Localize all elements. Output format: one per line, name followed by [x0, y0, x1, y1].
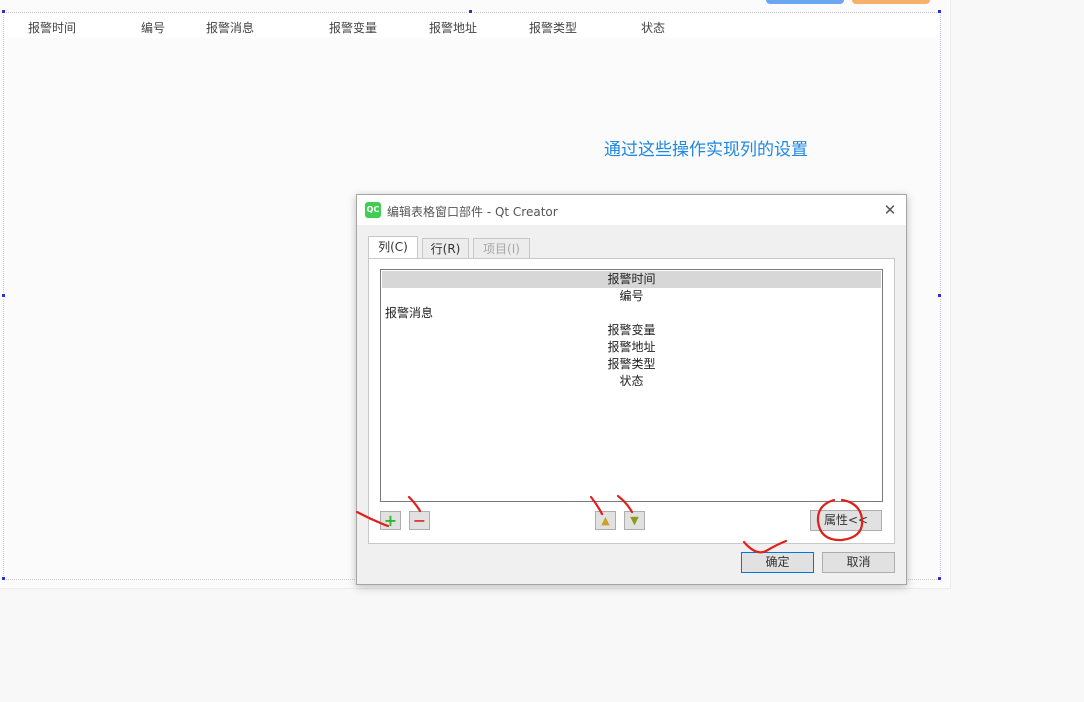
- close-icon[interactable]: ✕: [880, 200, 900, 220]
- tab-columns[interactable]: 列(C): [368, 236, 418, 259]
- plus-icon: +: [383, 511, 398, 530]
- resize-handle[interactable]: [1, 576, 6, 581]
- column-header[interactable]: 报警消息: [206, 19, 254, 36]
- resize-handle[interactable]: [468, 9, 473, 14]
- list-item[interactable]: 报警类型: [382, 356, 881, 373]
- column-header[interactable]: 报警时间: [28, 19, 76, 36]
- resize-handle[interactable]: [937, 293, 942, 298]
- column-header[interactable]: 状态: [641, 19, 665, 36]
- tab-label: 行(R): [430, 242, 461, 256]
- arrow-down-icon: ▼: [630, 514, 639, 527]
- add-column-button[interactable]: +: [380, 511, 401, 530]
- list-item[interactable]: 报警地址: [382, 339, 881, 356]
- qt-creator-icon: QC: [365, 202, 381, 218]
- column-header[interactable]: 报警类型: [529, 19, 577, 36]
- columns-tab-pane: 报警时间 编号 报警消息 报警变量 报警地址 报警类型 状态 + − ▲ ▼ 属…: [368, 258, 895, 544]
- move-down-button[interactable]: ▼: [624, 511, 645, 530]
- resize-handle[interactable]: [937, 576, 942, 581]
- list-item[interactable]: 编号: [382, 288, 881, 305]
- list-item[interactable]: 报警变量: [382, 322, 881, 339]
- tab-rows[interactable]: 行(R): [422, 238, 469, 258]
- minus-icon: −: [412, 511, 427, 530]
- ok-button[interactable]: 确定: [741, 552, 814, 573]
- tab-items: 项目(I): [473, 238, 530, 258]
- dialog-titlebar[interactable]: QC 编辑表格窗口部件 - Qt Creator ✕: [357, 195, 906, 225]
- table-header[interactable]: 报警时间 编号 报警消息 报警变量 报警地址 报警类型 状态: [4, 14, 938, 38]
- list-item[interactable]: 报警消息: [382, 305, 881, 322]
- annotation-text: 通过这些操作实现列的设置: [604, 140, 808, 160]
- tab-label: 列(C): [378, 240, 408, 254]
- edit-table-dialog: QC 编辑表格窗口部件 - Qt Creator ✕ 列(C) 行(R) 项目(…: [356, 194, 907, 585]
- top-blue-button[interactable]: [766, 0, 844, 4]
- column-header[interactable]: 报警地址: [429, 19, 477, 36]
- properties-button[interactable]: 属性<<: [810, 510, 882, 531]
- resize-handle[interactable]: [937, 9, 942, 14]
- top-orange-button[interactable]: [852, 0, 930, 4]
- tab-label: 项目(I): [483, 242, 520, 256]
- dialog-title: 编辑表格窗口部件 - Qt Creator: [387, 205, 558, 219]
- list-item[interactable]: 状态: [382, 373, 881, 390]
- column-header[interactable]: 编号: [141, 19, 165, 36]
- arrow-up-icon: ▲: [601, 514, 610, 527]
- list-item[interactable]: 报警时间: [382, 271, 881, 288]
- column-list[interactable]: 报警时间 编号 报警消息 报警变量 报警地址 报警类型 状态: [380, 269, 883, 502]
- resize-handle[interactable]: [1, 293, 6, 298]
- move-up-button[interactable]: ▲: [595, 511, 616, 530]
- column-header[interactable]: 报警变量: [329, 19, 377, 36]
- cancel-button[interactable]: 取消: [822, 552, 895, 573]
- remove-column-button[interactable]: −: [409, 511, 430, 530]
- resize-handle[interactable]: [1, 9, 6, 14]
